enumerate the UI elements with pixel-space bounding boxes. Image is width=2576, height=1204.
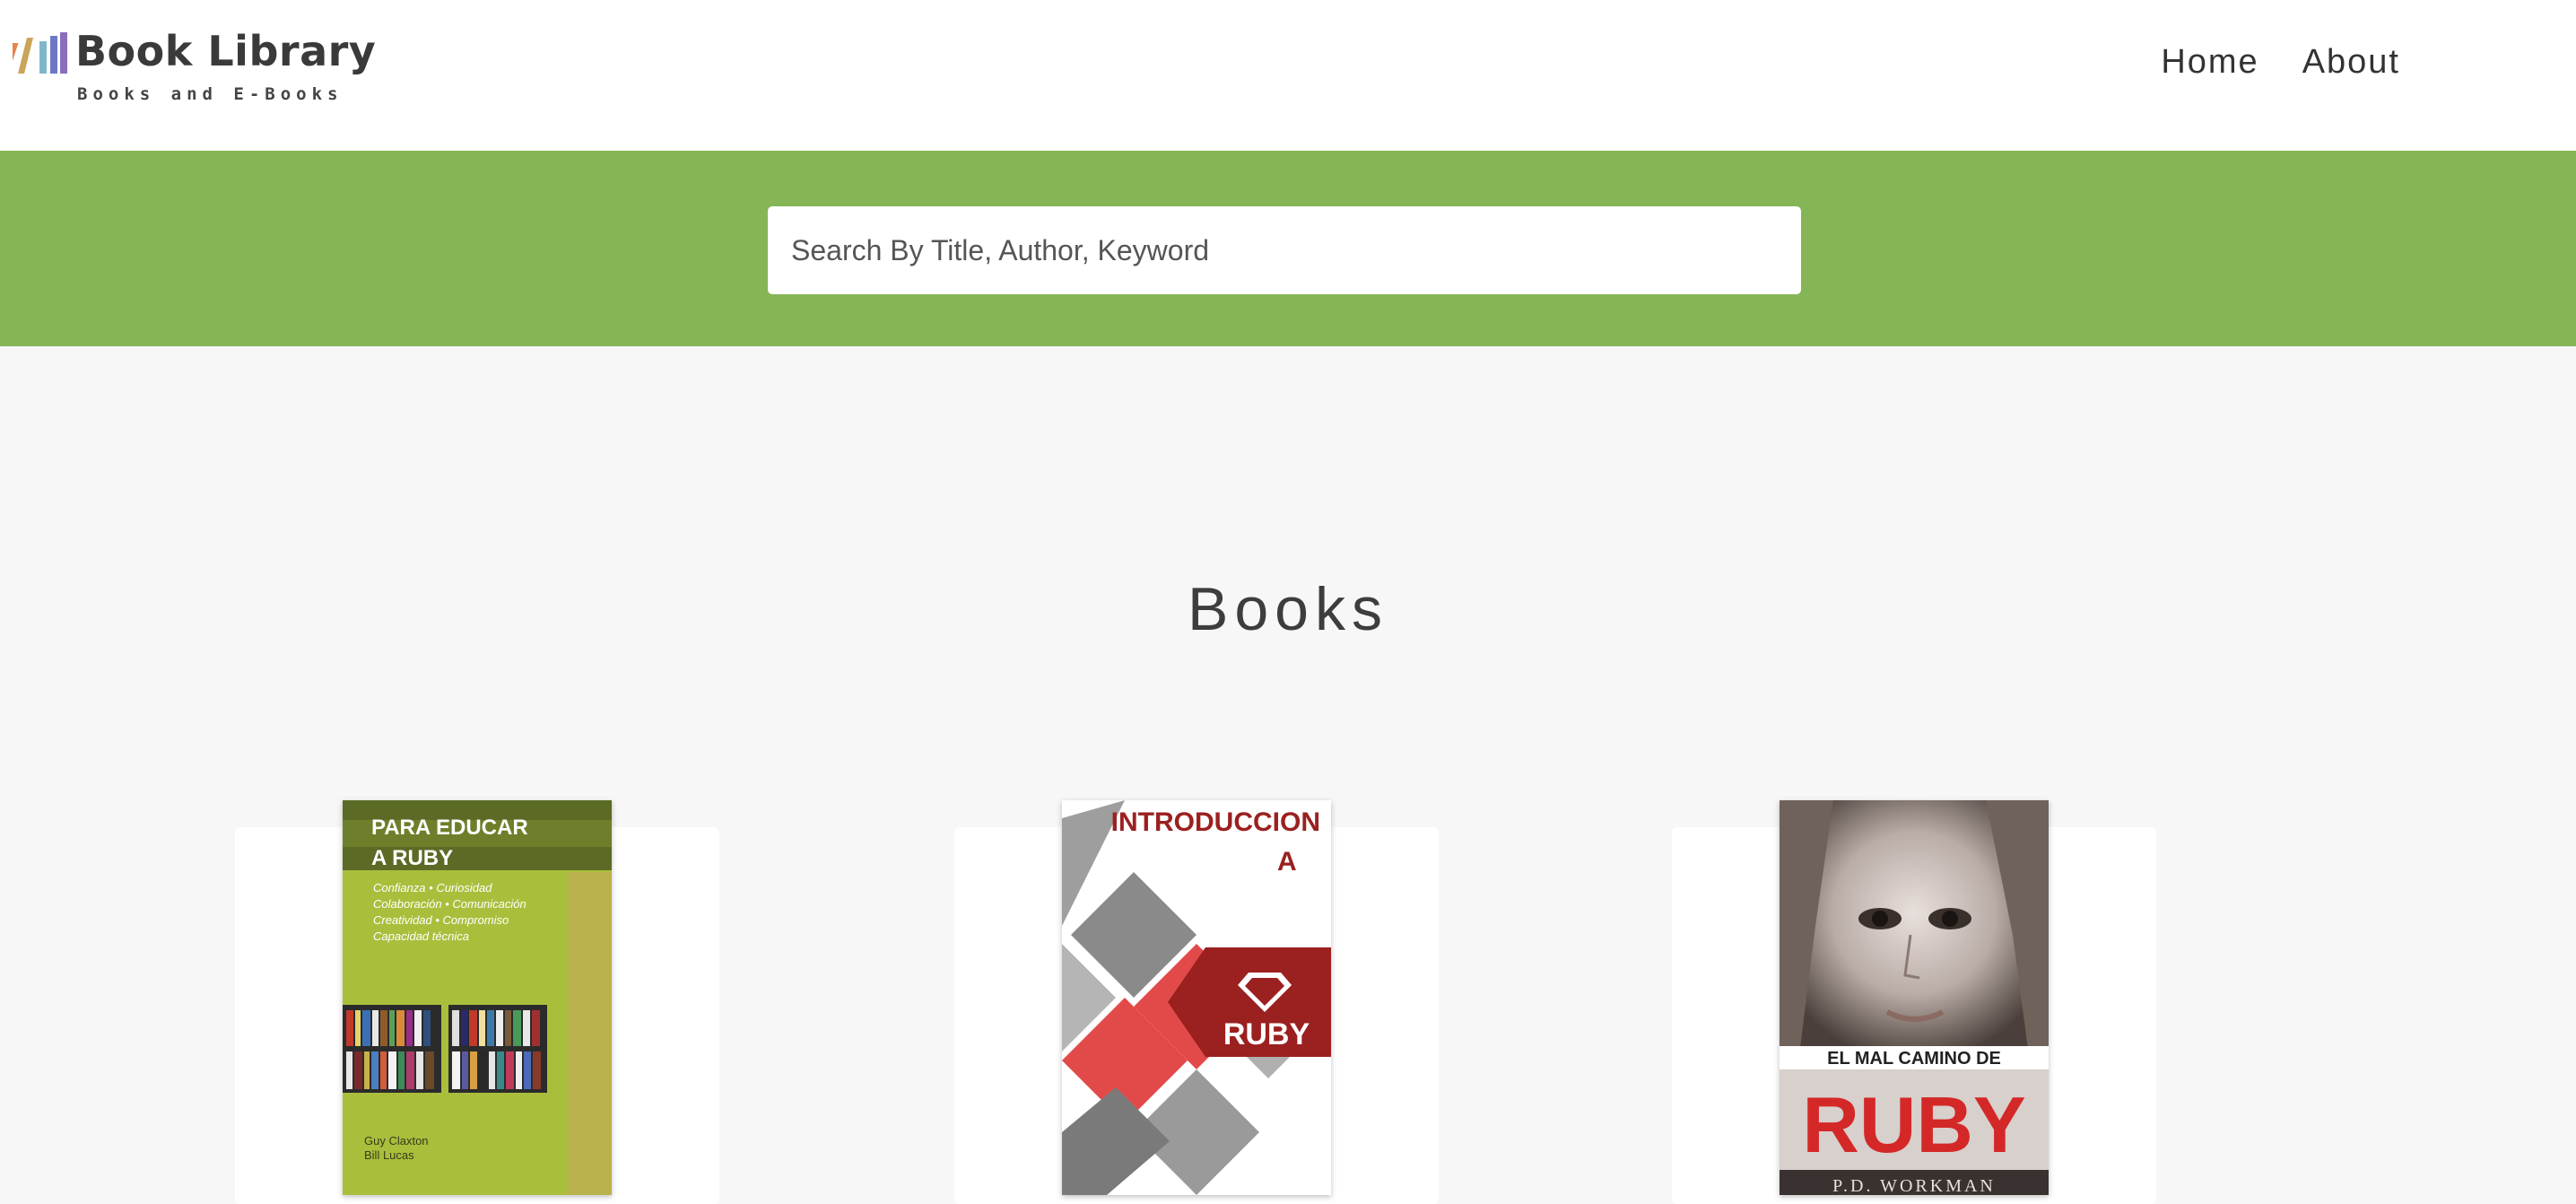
svg-text:Confianza • Curiosidad: Confianza • Curiosidad xyxy=(373,881,492,894)
svg-text:Colaboración • Comunicación: Colaboración • Comunicación xyxy=(373,897,527,911)
book-cover-image[interactable]: RUBY INTRODUCCION A xyxy=(1062,800,1331,1195)
site-header: Book Library Books and E-Books Home Abou… xyxy=(0,0,2576,151)
books-logo-icon xyxy=(13,32,67,74)
cover-big-title: RUBY xyxy=(1802,1080,2025,1169)
cover-badge: RUBY xyxy=(1223,1017,1310,1051)
nav-about-link[interactable]: About xyxy=(2302,43,2400,82)
book-cover-image[interactable]: PARA EDUCAR A RUBY Confianza • Curiosida… xyxy=(343,800,612,1195)
svg-text:Creatividad • Compromiso: Creatividad • Compromiso xyxy=(373,913,509,927)
logo-subtitle: Books and E-Books xyxy=(77,84,344,104)
svg-text:Capacidad técnica: Capacidad técnica xyxy=(373,929,469,943)
nav-home-link[interactable]: Home xyxy=(2161,43,2258,82)
search-input[interactable] xyxy=(768,206,1801,294)
svg-text:Bill Lucas: Bill Lucas xyxy=(364,1148,414,1162)
svg-text:Guy Claxton: Guy Claxton xyxy=(364,1134,429,1147)
cover-title-line-1: PARA EDUCAR xyxy=(371,816,528,840)
site-logo[interactable]: Book Library Books and E-Books xyxy=(13,27,389,112)
books-section-title: Books xyxy=(1188,575,1388,643)
cover-title-line-2: A xyxy=(1277,847,1297,877)
search-band xyxy=(0,151,2576,346)
cover-author: P.D. WORKMAN xyxy=(1832,1176,1996,1195)
cover-title-line-1: INTRODUCCION xyxy=(1111,807,1320,837)
logo-title: Book Library xyxy=(75,27,377,75)
cover-title-line-2: A RUBY xyxy=(371,846,453,870)
main-nav: Home About xyxy=(2161,43,2400,82)
cover-title-line-1: EL MAL CAMINO DE xyxy=(1827,1049,2001,1069)
book-cover-image[interactable]: EL MAL CAMINO DE RUBY P.D. WORKMAN xyxy=(1780,800,2049,1195)
